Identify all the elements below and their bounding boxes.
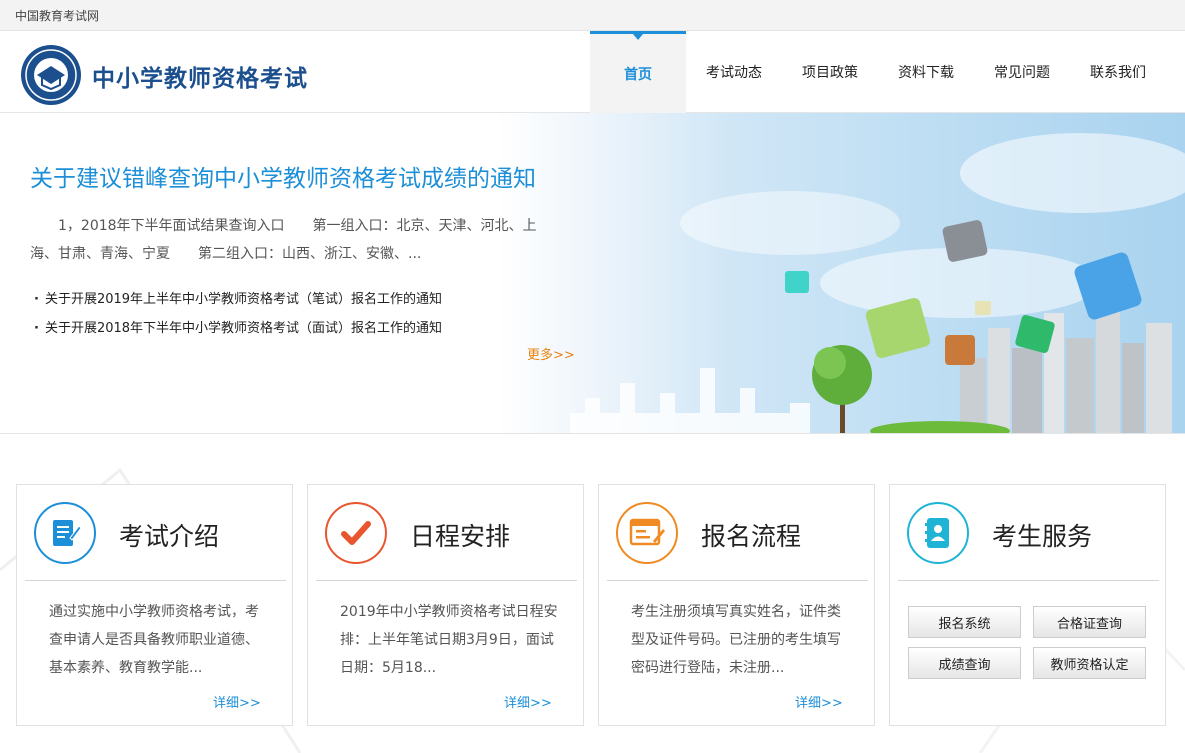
card-candidate-services: 考生服务 报名系统 合格证查询 成绩查询 教师资格认定	[889, 484, 1166, 726]
nav-home[interactable]: 首页	[590, 31, 686, 113]
card-title: 考生服务	[992, 522, 1093, 551]
registration-system-button[interactable]: 报名系统	[908, 606, 1021, 638]
header: 中小学教师资格考试 首页 考试动态 项目政策 资料下载 常见问题 联系我们	[0, 31, 1185, 113]
nav-faq[interactable]: 常见问题	[974, 31, 1070, 113]
card-exam-intro: 考试介绍 通过实施中小学教师资格考试，考查申请人是否具备教师职业道德、基本素养、…	[16, 484, 293, 726]
banner-summary: 1，2018年下半年面试结果查询入口 第一组入口：北京、天津、河北、上 海、甘肃…	[30, 212, 550, 268]
card-detail-link[interactable]: 详细>>	[795, 692, 843, 711]
card-description: 考生注册须填写真实姓名，证件类型及证件号码。已注册的考生填写密码进行登陆，未注册…	[631, 604, 841, 676]
news-item-link[interactable]: 关于开展2019年上半年中小学教师资格考试（笔试）报名工作的通知	[34, 285, 442, 314]
document-edit-icon	[34, 502, 96, 564]
top-bar: 中国教育考试网	[0, 0, 1185, 31]
card-title: 考试介绍	[119, 522, 220, 551]
news-item-link[interactable]: 关于开展2018年下半年中小学教师资格考试（面试）报名工作的通知	[34, 314, 442, 343]
card-description: 通过实施中小学教师资格考试，考查申请人是否具备教师职业道德、基本素养、教育教学能…	[49, 604, 259, 676]
nav-contact[interactable]: 联系我们	[1070, 31, 1166, 113]
card-detail-link[interactable]: 详细>>	[213, 692, 261, 711]
card-description: 2019年中小学教师资格考试日程安排：上半年笔试日期3月9日，面试日期：5月18…	[340, 604, 558, 676]
exam-center-logo[interactable]	[20, 44, 82, 106]
nav-downloads[interactable]: 资料下载	[878, 31, 974, 113]
card-schedule: 日程安排 2019年中小学教师资格考试日程安排：上半年笔试日期3月9日，面试日期…	[307, 484, 584, 726]
score-query-button[interactable]: 成绩查询	[908, 647, 1021, 679]
divider	[898, 580, 1159, 581]
banner-illustration	[570, 133, 1185, 433]
news-banner: 关于建议错峰查询中小学教师资格考试成绩的通知 1，2018年下半年面试结果查询入…	[0, 113, 1185, 434]
card-detail-link[interactable]: 详细>>	[504, 692, 552, 711]
summary-line: 1，2018年下半年面试结果查询入口 第一组入口：北京、天津、河北、上	[58, 218, 537, 234]
more-link[interactable]: 更多>>	[527, 344, 575, 363]
summary-line: 海、甘肃、青海、宁夏 第二组入口：山西、浙江、安徽、...	[30, 246, 422, 262]
certificate-query-button[interactable]: 合格证查询	[1033, 606, 1146, 638]
checkmark-icon	[325, 502, 387, 564]
nav-exam-news[interactable]: 考试动态	[686, 31, 782, 113]
card-registration-process: 报名流程 考生注册须填写真实姓名，证件类型及证件号码。已注册的考生填写密码进行登…	[598, 484, 875, 726]
divider	[316, 580, 577, 581]
registration-form-icon	[616, 502, 678, 564]
divider	[25, 580, 286, 581]
card-title: 报名流程	[701, 522, 802, 551]
nav-policy[interactable]: 项目政策	[782, 31, 878, 113]
site-name-link[interactable]: 中国教育考试网	[15, 7, 99, 24]
banner-headline-link[interactable]: 关于建议错峰查询中小学教师资格考试成绩的通知	[30, 159, 536, 193]
contact-book-icon	[907, 502, 969, 564]
main-nav: 首页 考试动态 项目政策 资料下载 常见问题 联系我们	[590, 31, 1166, 113]
divider	[607, 580, 868, 581]
site-title: 中小学教师资格考试	[92, 66, 308, 92]
teacher-qualification-button[interactable]: 教师资格认定	[1033, 647, 1146, 679]
card-title: 日程安排	[410, 522, 511, 551]
news-list: 关于开展2019年上半年中小学教师资格考试（笔试）报名工作的通知 关于开展201…	[34, 285, 442, 343]
